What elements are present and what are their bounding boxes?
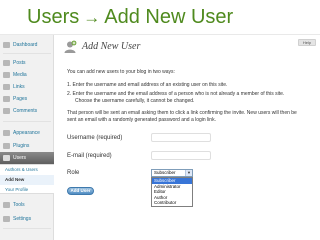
submenu-item-add-new[interactable]: Add New: [0, 175, 54, 185]
username-field[interactable]: [151, 133, 211, 142]
sidebar-item-label: Plugins: [13, 143, 30, 149]
instruction-step-2: 2. Enter the username and the email addr…: [67, 91, 285, 97]
comments-icon: [3, 108, 10, 114]
arrow-right-icon: →: [83, 8, 101, 27]
sidebar-item-label: Appearance: [13, 130, 40, 136]
admin-sidebar: Dashboard Posts Media Links Pages Commen…: [0, 35, 54, 240]
slide-title: Users → Add New User: [0, 0, 320, 34]
sidebar-item-label: Links: [13, 84, 25, 90]
invite-notice: That person will be sent an email asking…: [67, 110, 297, 116]
sidebar-item-plugins[interactable]: Plugins: [0, 140, 54, 152]
chevron-down-icon[interactable]: ▼: [185, 170, 192, 176]
instruction-step-2-note: Choose the username carefully, it cannot…: [75, 98, 195, 104]
sidebar-item-label: Posts: [13, 60, 26, 66]
submenu-item-authors-users[interactable]: Authors & Users: [0, 165, 54, 175]
main-content: Help Add New User You can add new users …: [55, 35, 320, 240]
sidebar-item-comments[interactable]: Comments: [0, 105, 54, 117]
invite-notice-cont: sent an email with a randomly generated …: [67, 117, 216, 123]
sidebar-item-pages[interactable]: Pages: [0, 93, 54, 105]
submenu-item-your-profile[interactable]: Your Profile: [0, 185, 54, 195]
instruction-step-1: 1. Enter the username and email address …: [67, 82, 228, 88]
email-label: E-mail (required): [67, 153, 112, 159]
users-icon: [3, 155, 10, 161]
help-tab[interactable]: Help: [298, 39, 316, 46]
menu-separator: [3, 121, 51, 122]
appearance-icon: [3, 130, 10, 136]
role-label: Role: [67, 170, 80, 176]
slide-title-users: Users: [27, 6, 80, 28]
sidebar-item-tools[interactable]: Tools: [0, 199, 54, 211]
role-select-value: Subscriber: [154, 170, 176, 175]
menu-separator: [3, 53, 51, 54]
links-icon: [3, 84, 10, 90]
username-label: Username (required): [67, 135, 123, 141]
sidebar-item-label: Dashboard: [13, 42, 38, 48]
add-user-button[interactable]: Add User: [67, 187, 94, 195]
users-submenu: Authors & Users Add New Your Profile: [0, 164, 54, 194]
sidebar-item-media[interactable]: Media: [0, 69, 54, 81]
email-field[interactable]: [151, 151, 211, 160]
pages-icon: [3, 96, 10, 102]
posts-icon: [3, 60, 10, 66]
role-dropdown-list: Subscriber Administrator Editor Author C…: [151, 177, 193, 207]
sidebar-item-label: Tools: [13, 202, 25, 208]
sidebar-item-users[interactable]: Users: [0, 152, 54, 164]
dashboard-icon: [3, 42, 10, 48]
role-option-contributor[interactable]: Contributor: [152, 200, 192, 206]
settings-icon: [3, 216, 10, 222]
tools-icon: [3, 202, 10, 208]
slide-title-add-new-user: Add New User: [104, 6, 234, 28]
intro-text: You can add new users to your blog in tw…: [67, 69, 175, 75]
sidebar-item-label: Media: [13, 72, 27, 78]
sidebar-item-label: Comments: [13, 108, 38, 114]
sidebar-item-label: Users: [13, 155, 27, 161]
media-icon: [3, 72, 10, 78]
sidebar-item-label: Settings: [13, 216, 32, 222]
sidebar-item-posts[interactable]: Posts: [0, 57, 54, 69]
sidebar-item-dashboard[interactable]: Dashboard: [0, 39, 54, 51]
role-select[interactable]: Subscriber ▼: [151, 169, 193, 177]
sidebar-item-label: Pages: [13, 96, 28, 102]
sidebar-item-appearance[interactable]: Appearance: [0, 127, 54, 139]
plugins-icon: [3, 143, 10, 149]
page-title: Add New User: [82, 41, 141, 52]
menu-separator: [3, 228, 51, 229]
sidebar-item-links[interactable]: Links: [0, 81, 54, 93]
sidebar-item-settings[interactable]: Settings: [0, 213, 54, 225]
wordpress-admin-screen: Dashboard Posts Media Links Pages Commen…: [0, 34, 320, 240]
add-user-icon: [64, 40, 77, 53]
